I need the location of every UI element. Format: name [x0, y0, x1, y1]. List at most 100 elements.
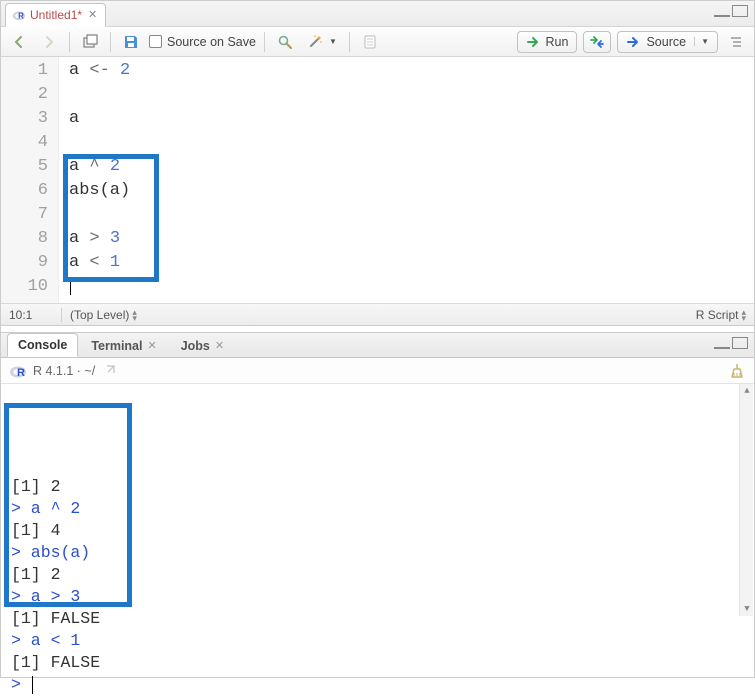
code-tools-button[interactable]: ▼ [303, 32, 341, 52]
tab-jobs[interactable]: Jobs ✕ [170, 333, 235, 357]
code-line[interactable]: a <- 2 [69, 59, 130, 83]
nav-forward-button[interactable] [37, 32, 61, 52]
pane-window-controls [714, 5, 748, 17]
console-line: [1] FALSE [11, 652, 746, 674]
show-in-new-window-button[interactable] [78, 32, 102, 52]
source-btn-label: Source [646, 35, 686, 49]
console-pane: Console Terminal ✕ Jobs ✕ R R 4.1.1 · ~/… [1, 326, 754, 616]
close-icon[interactable]: ✕ [215, 339, 224, 352]
scroll-up-icon[interactable]: ▲ [740, 384, 754, 398]
line-number: 4 [1, 131, 48, 155]
scrollbar[interactable]: ▲ ▼ [739, 384, 753, 616]
sort-icon: ▴▾ [132, 309, 137, 321]
source-arrow-icon [626, 34, 642, 50]
console-line: [1] 4 [11, 520, 746, 542]
run-label: Run [546, 35, 569, 49]
scope-label: (Top Level) [70, 308, 129, 322]
close-icon[interactable]: ✕ [86, 8, 99, 21]
maximize-icon[interactable] [732, 337, 748, 349]
tab-terminal[interactable]: Terminal ✕ [80, 333, 167, 357]
find-replace-button[interactable] [273, 32, 297, 52]
source-toolbar: Source on Save ▼ Run [1, 27, 754, 57]
tab-console-label: Console [18, 338, 67, 352]
code-area[interactable]: a <- 2 a a ^ 2abs(a) a > 3a < 1 [59, 57, 130, 303]
maximize-icon[interactable] [732, 5, 748, 17]
sort-icon: ▴▾ [741, 309, 746, 321]
file-type-label: R Script [696, 308, 739, 322]
line-number-gutter: 12345678910 [1, 57, 59, 303]
tab-terminal-label: Terminal [91, 339, 142, 353]
console-line: > a > 3 [11, 586, 746, 608]
minimize-icon[interactable] [714, 341, 730, 349]
scroll-down-icon[interactable]: ▼ [740, 602, 754, 616]
scope-selector[interactable]: (Top Level) ▴▾ [61, 308, 137, 322]
save-button[interactable] [119, 32, 143, 52]
source-on-save-toggle[interactable]: Source on Save [149, 35, 256, 49]
line-number: 6 [1, 179, 48, 203]
magic-wand-icon [307, 34, 323, 50]
popup-window-icon [82, 34, 98, 50]
console-tabbar: Console Terminal ✕ Jobs ✕ [1, 332, 754, 358]
line-number: 9 [1, 251, 48, 275]
tab-console[interactable]: Console [7, 333, 78, 357]
clear-console-button[interactable] [728, 362, 746, 380]
line-number: 1 [1, 59, 48, 83]
save-icon [123, 34, 139, 50]
close-icon[interactable]: ✕ [147, 339, 156, 352]
console-header-text: R 4.1.1 · ~/ [33, 364, 95, 378]
source-statusbar: 10:1 (Top Level) ▴▾ R Script ▴▾ [1, 303, 754, 325]
code-line[interactable]: abs(a) [69, 179, 130, 203]
line-number: 10 [1, 275, 48, 299]
line-number: 3 [1, 107, 48, 131]
console-line: > [11, 674, 746, 696]
console-line: [1] 2 [11, 564, 746, 586]
console-line: > a ^ 2 [11, 498, 746, 520]
svg-text:R: R [18, 11, 24, 20]
r-file-icon: R [12, 8, 26, 22]
code-line[interactable] [69, 203, 130, 227]
console-line: > a < 1 [11, 630, 746, 652]
console-line: > abs(a) [11, 542, 746, 564]
source-tab-untitled[interactable]: R Untitled1* ✕ [5, 3, 106, 27]
console-line: [1] 2 [11, 476, 746, 498]
source-tabbar: R Untitled1* ✕ [1, 1, 754, 27]
console-header: R R 4.1.1 · ~/ [1, 358, 754, 384]
chevron-down-icon: ▼ [329, 37, 337, 46]
code-editor[interactable]: 12345678910 a <- 2 a a ^ 2abs(a) a > 3a … [1, 57, 754, 303]
code-line[interactable]: a [69, 107, 130, 131]
pane-window-controls [714, 337, 748, 349]
tab-jobs-label: Jobs [181, 339, 210, 353]
rerun-button[interactable] [583, 31, 611, 53]
arrow-right-icon [41, 34, 57, 50]
r-logo-icon: R [9, 362, 27, 380]
outline-button[interactable] [724, 32, 748, 52]
popout-icon[interactable] [101, 363, 117, 379]
code-line[interactable] [69, 275, 130, 299]
chevron-down-icon: ▼ [694, 37, 709, 46]
line-number: 8 [1, 227, 48, 251]
source-button[interactable]: Source ▼ [617, 31, 718, 53]
outline-icon [728, 34, 744, 50]
code-line[interactable] [69, 131, 130, 155]
nav-back-button[interactable] [7, 32, 31, 52]
console-output[interactable]: ▲ ▼ [1] 2> a ^ 2[1] 4> abs(a)[1] 2> a > … [1, 384, 754, 616]
line-number: 2 [1, 83, 48, 107]
search-icon [277, 34, 293, 50]
compile-report-button[interactable] [358, 32, 382, 52]
file-type-selector[interactable]: R Script ▴▾ [696, 308, 746, 322]
run-arrow-icon [526, 34, 542, 50]
line-number: 5 [1, 155, 48, 179]
code-line[interactable]: a > 3 [69, 227, 130, 251]
arrow-left-icon [11, 34, 27, 50]
code-line[interactable]: a < 1 [69, 251, 130, 275]
checkbox-icon[interactable] [149, 35, 162, 48]
minimize-icon[interactable] [714, 9, 730, 17]
source-pane: R Untitled1* ✕ [1, 1, 754, 326]
code-line[interactable]: a ^ 2 [69, 155, 130, 179]
source-on-save-label: Source on Save [167, 35, 256, 49]
source-tab-title: Untitled1* [30, 8, 82, 22]
notebook-icon [362, 34, 378, 50]
rerun-icon [589, 34, 605, 50]
run-button[interactable]: Run [517, 31, 578, 53]
code-line[interactable] [69, 83, 130, 107]
